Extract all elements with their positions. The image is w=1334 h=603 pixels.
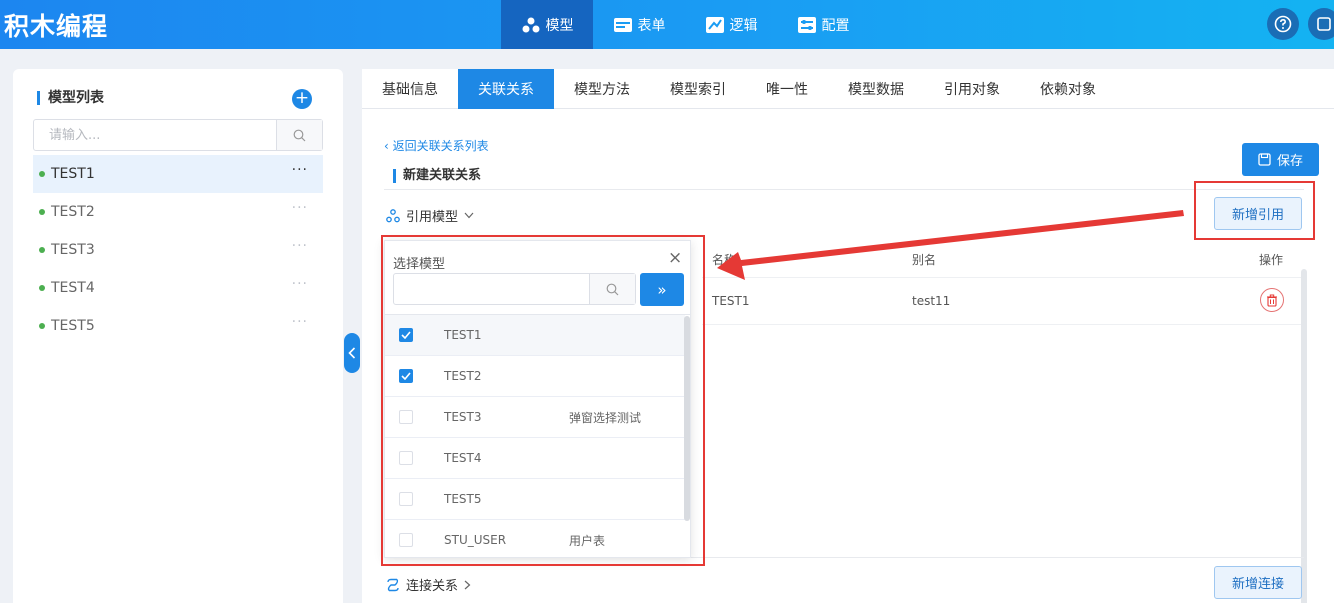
nav-label-config: 配置 (821, 17, 850, 34)
tab-model-methods[interactable]: 模型方法 (554, 69, 650, 109)
model-list-item[interactable]: TEST4 ··· (33, 269, 323, 307)
chevron-left-icon (348, 347, 356, 359)
model-list-title: 模型列表 (37, 91, 104, 105)
table-divider (702, 324, 1302, 325)
status-dot (39, 171, 45, 177)
model-list-item[interactable]: TEST1 ··· (33, 155, 323, 193)
detail-tabs: 基础信息 关联关系 模型方法 模型索引 唯一性 模型数据 引用对象 依赖对象 (362, 69, 1334, 109)
tab-model-index[interactable]: 模型索引 (650, 69, 746, 109)
more-icon[interactable]: ··· (292, 315, 308, 329)
model-list-item[interactable]: TEST2 ··· (33, 193, 323, 231)
tab-relations[interactable]: 关联关系 (458, 69, 554, 109)
chevron-down-icon (464, 212, 474, 219)
nav-label-model: 模型 (545, 17, 574, 34)
connection-label: 连接关系 (406, 579, 459, 594)
save-icon (1258, 153, 1271, 166)
add-model-button[interactable]: + (292, 89, 312, 109)
help-button[interactable] (1267, 8, 1299, 40)
chevron-left-icon: ‹ (384, 139, 389, 153)
window-button[interactable] (1308, 8, 1334, 40)
column-header-name: 名称 (712, 253, 737, 267)
model-list-item-label: TEST2 (51, 204, 95, 220)
tab-uniqueness[interactable]: 唯一性 (746, 69, 828, 109)
section-divider (384, 189, 1304, 190)
save-button[interactable]: 保存 (1242, 143, 1319, 176)
column-header-actions: 操作 (1259, 253, 1284, 267)
tab-referenced-by[interactable]: 引用对象 (924, 69, 1020, 109)
form-icon (613, 17, 632, 32)
more-icon[interactable]: ··· (292, 277, 308, 291)
nav-item-form[interactable]: 表单 (593, 0, 685, 49)
more-icon[interactable]: ··· (292, 201, 308, 215)
table-divider (702, 277, 1302, 278)
connection-toggle[interactable]: 连接关系 (386, 575, 471, 594)
model-search-button[interactable] (276, 120, 322, 150)
more-icon[interactable]: ··· (292, 239, 308, 253)
nav-item-model[interactable]: 模型 (501, 0, 593, 49)
status-dot (39, 247, 45, 253)
top-header: 积木编程 模型 表单 逻辑 配置 (0, 0, 1334, 49)
annotation-highlight-box (381, 235, 705, 566)
scrollbar[interactable] (1301, 269, 1307, 603)
column-header-alias: 别名 (912, 253, 937, 267)
back-link-label: 返回关联关系列表 (392, 139, 489, 153)
model-list-item-label: TEST5 (51, 318, 95, 334)
annotation-highlight-box (1194, 181, 1315, 240)
nav-label-form: 表单 (637, 17, 666, 34)
model-list-item-label: TEST3 (51, 242, 95, 258)
connection-icon (387, 578, 399, 591)
tab-dependencies[interactable]: 依赖对象 (1020, 69, 1116, 109)
plus-icon: + (294, 88, 310, 108)
help-icon (1274, 15, 1292, 33)
search-icon (293, 129, 306, 141)
config-icon (797, 16, 816, 33)
nav-item-logic[interactable]: 逻辑 (685, 0, 777, 49)
status-dot (39, 285, 45, 291)
ref-model-icon (386, 208, 400, 222)
logic-icon (705, 16, 724, 33)
add-connection-button[interactable]: 新增连接 (1214, 566, 1302, 599)
collapse-sidebar-button[interactable] (344, 333, 360, 373)
table-cell-name: TEST1 (712, 294, 750, 308)
tab-basic-info[interactable]: 基础信息 (362, 69, 458, 109)
nav-label-logic: 逻辑 (729, 17, 758, 34)
table-cell-alias[interactable]: test11 (912, 294, 950, 308)
model-list-item[interactable]: TEST5 ··· (33, 307, 323, 345)
status-dot (39, 323, 45, 329)
more-icon[interactable]: ··· (292, 163, 308, 177)
main-nav: 模型 表单 逻辑 配置 (501, 0, 869, 49)
model-search (33, 119, 323, 151)
trash-icon (1267, 294, 1277, 307)
chevron-right-icon (464, 580, 471, 589)
model-list-item[interactable]: TEST3 ··· (33, 231, 323, 269)
ref-model-toggle[interactable]: 引用模型 (386, 206, 474, 225)
ref-model-label: 引用模型 (406, 210, 459, 225)
model-list-panel: 模型列表 + TEST1 ··· TEST2 ··· TEST3 ··· TES… (13, 69, 343, 603)
nav-item-config[interactable]: 配置 (777, 0, 869, 49)
status-dot (39, 209, 45, 215)
app-title: 积木编程 (4, 12, 109, 41)
save-button-label: 保存 (1276, 154, 1303, 169)
model-icon (522, 17, 539, 32)
delete-button[interactable] (1260, 288, 1284, 312)
tab-model-data[interactable]: 模型数据 (828, 69, 924, 109)
back-to-relations-link[interactable]: ‹ 返回关联关系列表 (384, 137, 489, 154)
model-search-input[interactable] (34, 120, 276, 150)
model-list-item-label: TEST4 (51, 280, 95, 296)
model-list-item-label: TEST1 (51, 166, 95, 182)
window-icon (1317, 17, 1331, 31)
section-title: 新建关联关系 (393, 169, 481, 183)
